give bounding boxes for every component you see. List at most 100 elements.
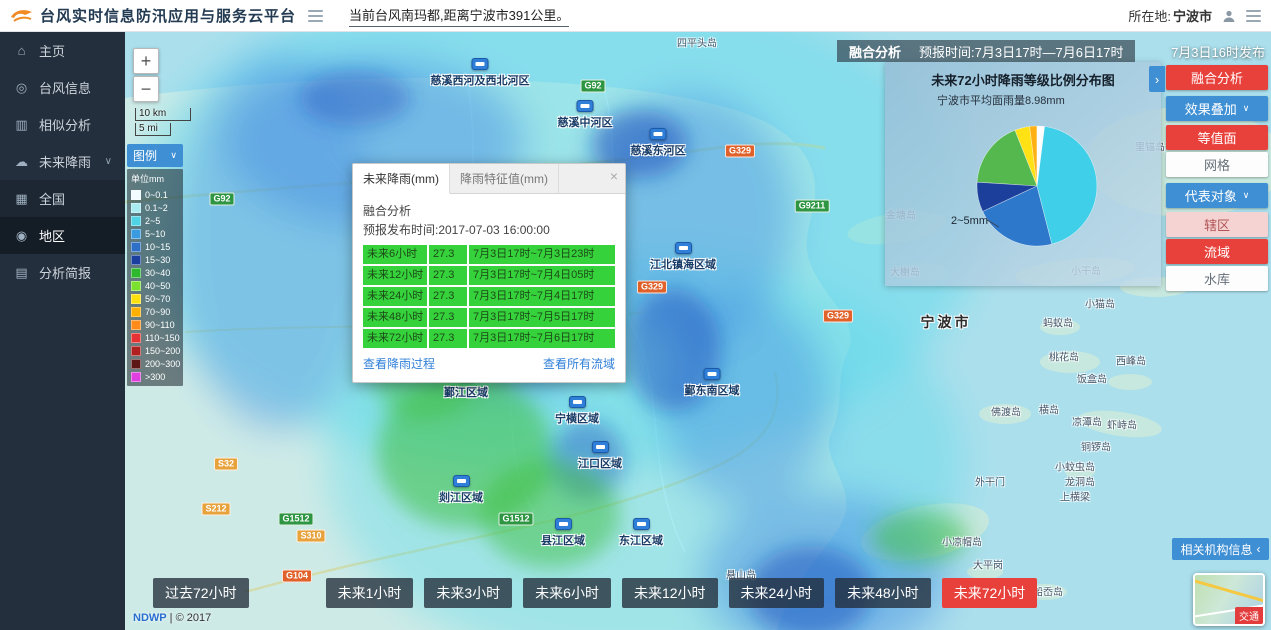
legend-label: 40~50 — [145, 281, 170, 291]
legend-item: 50~70 — [131, 292, 179, 305]
chart-icon: ▥ — [13, 117, 30, 133]
close-icon[interactable]: × — [610, 168, 618, 184]
popup-body: 融合分析 预报发布时间:2017-07-03 16:00:00 未来6小时27.… — [353, 194, 625, 382]
legend-label: 30~40 — [145, 268, 170, 278]
tab-future-rain[interactable]: 未来降雨(mm) — [353, 164, 450, 194]
target-object-dropdown[interactable]: 代表对象∨ — [1166, 183, 1268, 208]
region-marker-icon — [650, 128, 667, 140]
view-rain-process-link[interactable]: 查看降雨过程 — [363, 355, 435, 372]
time-range-bar: 过去72小时 未来1小时未来3小时未来6小时未来12小时未来24小时未来48小时未… — [153, 578, 1037, 608]
chevron-down-icon: ∨ — [1243, 190, 1250, 201]
sidebar-item-home[interactable]: ⌂主页 — [0, 32, 125, 69]
region-marker[interactable]: 县江区域 — [541, 518, 585, 548]
rain-period: 未来12小时 — [363, 266, 427, 285]
sidebar-item-nationwide[interactable]: ▦全国 — [0, 180, 125, 217]
publish-time-label: 7月3日16时发布 — [1171, 42, 1265, 61]
region-marker[interactable]: 东江区域 — [619, 518, 663, 548]
legend-swatch — [131, 320, 141, 330]
sidebar-item-label: 分析简报 — [39, 263, 91, 282]
time-button-next-24h[interactable]: 未来24小时 — [729, 578, 825, 608]
time-button-next-1h[interactable]: 未来1小时 — [326, 578, 414, 608]
region-marker[interactable]: 江口区域 — [578, 441, 622, 471]
time-button-past-72h[interactable]: 过去72小时 — [153, 578, 249, 608]
time-button-next-72h[interactable]: 未来72小时 — [942, 578, 1038, 608]
legend-item: 70~90 — [131, 305, 179, 318]
road-badge: S212 — [201, 503, 230, 516]
title-menu-icon[interactable] — [308, 10, 323, 22]
legend-label: >300 — [145, 372, 165, 382]
chevron-down-icon: ∨ — [170, 150, 177, 161]
legend-header[interactable]: 图例 ∨ — [127, 144, 183, 167]
sidebar-item-region[interactable]: ◉地区 — [0, 217, 125, 254]
legend-item: 90~110 — [131, 318, 179, 331]
effect-overlay-dropdown[interactable]: 效果叠加∨ — [1166, 96, 1268, 121]
header-right: 所在地:宁波市 — [1128, 6, 1261, 25]
zoom-out-button[interactable]: − — [133, 76, 159, 102]
island-label: 铜锣岛 — [1081, 439, 1111, 454]
sidebar-item-label: 未来降雨 — [39, 152, 91, 171]
layer-controls: 融合分析效果叠加∨ 等值面网格代表对象∨ 辖区流域水库 — [1166, 65, 1268, 291]
legend-swatch — [131, 359, 141, 369]
legend-item: 15~30 — [131, 253, 179, 266]
district-button[interactable]: 辖区 — [1166, 212, 1268, 237]
time-button-next-6h[interactable]: 未来6小时 — [523, 578, 611, 608]
sidebar-item-analysis-report[interactable]: ▤分析简报 — [0, 254, 125, 291]
rain-pie-chart: 2~5mm — [947, 100, 1123, 276]
island-label: 小蚊虫岛 — [1055, 459, 1095, 474]
header-menu-icon[interactable] — [1246, 10, 1261, 22]
popup-source-label: 融合分析 — [363, 202, 615, 219]
region-marker[interactable]: 慈溪东河区 — [631, 128, 686, 158]
region-marker[interactable]: 宁横区域 — [555, 396, 599, 426]
fusion-analysis-button[interactable]: 融合分析 — [1166, 65, 1268, 90]
legend-unit: 单位mm — [131, 172, 179, 185]
legend-swatch — [131, 242, 141, 252]
rain-range: 7月3日17时~7月5日17时 — [469, 308, 615, 327]
chevron-down-icon: ∨ — [1243, 103, 1250, 114]
basin-button[interactable]: 流域 — [1166, 239, 1268, 264]
region-marker[interactable]: 鄞东南区域 — [685, 368, 740, 398]
tab-rain-features[interactable]: 降雨特征值(mm) — [450, 164, 559, 193]
map-canvas[interactable]: 慈溪西河及西北河区慈溪中河区慈溪东河区江北镇海区域鄞东南区域鄞江区域宁横区域江口… — [125, 32, 1271, 630]
sidebar-item-typhoon-info[interactable]: ◎台风信息 — [0, 69, 125, 106]
road-badge: S32 — [214, 458, 238, 471]
region-marker[interactable]: 剡江区域 — [439, 475, 483, 505]
time-button-next-48h[interactable]: 未来48小时 — [835, 578, 931, 608]
user-icon[interactable] — [1222, 9, 1236, 23]
region-marker[interactable]: 慈溪中河区 — [558, 100, 613, 130]
region-marker[interactable]: 慈溪西河及西北河区 — [431, 58, 530, 88]
region-label: 宁横区域 — [555, 410, 599, 426]
sidebar: ⌂主页◎台风信息 ▥ 相似分析 ☁未来降雨∨▦全国◉地区▤分析简报 — [0, 32, 125, 630]
view-all-basins-link[interactable]: 查看所有流域 — [543, 355, 615, 372]
copyright-link[interactable]: NDWP — [133, 612, 167, 624]
zoom-in-button[interactable]: + — [133, 48, 159, 74]
rain-table-row: 未来6小时27.37月3日17时~7月3日23时 — [363, 245, 615, 264]
pie-callout-label: 2~5mm — [951, 215, 988, 227]
home-icon: ⌂ — [13, 43, 30, 58]
time-button-next-12h[interactable]: 未来12小时 — [622, 578, 718, 608]
sidebar-item-future-rain[interactable]: ☁未来降雨∨ — [0, 143, 125, 180]
road-badge: G329 — [637, 281, 667, 294]
isosurface-button[interactable]: 等值面 — [1166, 125, 1268, 150]
related-org-info-button[interactable]: 相关机构信息 ‹ — [1172, 538, 1269, 560]
rain-value: 27.3 — [429, 266, 467, 285]
legend-label: 0~0.1 — [145, 190, 168, 200]
rain-period: 未来24小时 — [363, 287, 427, 306]
region-marker[interactable]: 江北镇海区域 — [650, 242, 716, 272]
sidebar-item-similar-analysis[interactable]: ▥ 相似分析 — [0, 106, 125, 143]
legend-label: 150~200 — [145, 346, 180, 356]
popup-publish-time: 预报发布时间:2017-07-03 16:00:00 — [363, 221, 615, 238]
sidebar-item-label: 相似分析 — [39, 115, 91, 134]
island-label: 外干门 — [975, 474, 1005, 489]
rain-range: 7月3日17时~7月6日17时 — [469, 329, 615, 348]
legend-swatch — [131, 229, 141, 239]
time-button-next-3h[interactable]: 未来3小时 — [424, 578, 512, 608]
island-label: 佛渡岛 — [991, 404, 1021, 419]
traffic-inset-map[interactable]: 交通 — [1193, 573, 1265, 626]
grid-button[interactable]: 网格 — [1166, 152, 1268, 177]
island-label: 大平岗 — [973, 557, 1003, 572]
legend-label: 110~150 — [145, 333, 180, 343]
road-badge: G1512 — [498, 513, 533, 526]
reservoir-button[interactable]: 水库 — [1166, 266, 1268, 291]
panel-collapse-handle[interactable]: › — [1149, 66, 1165, 92]
legend-swatch — [131, 255, 141, 265]
